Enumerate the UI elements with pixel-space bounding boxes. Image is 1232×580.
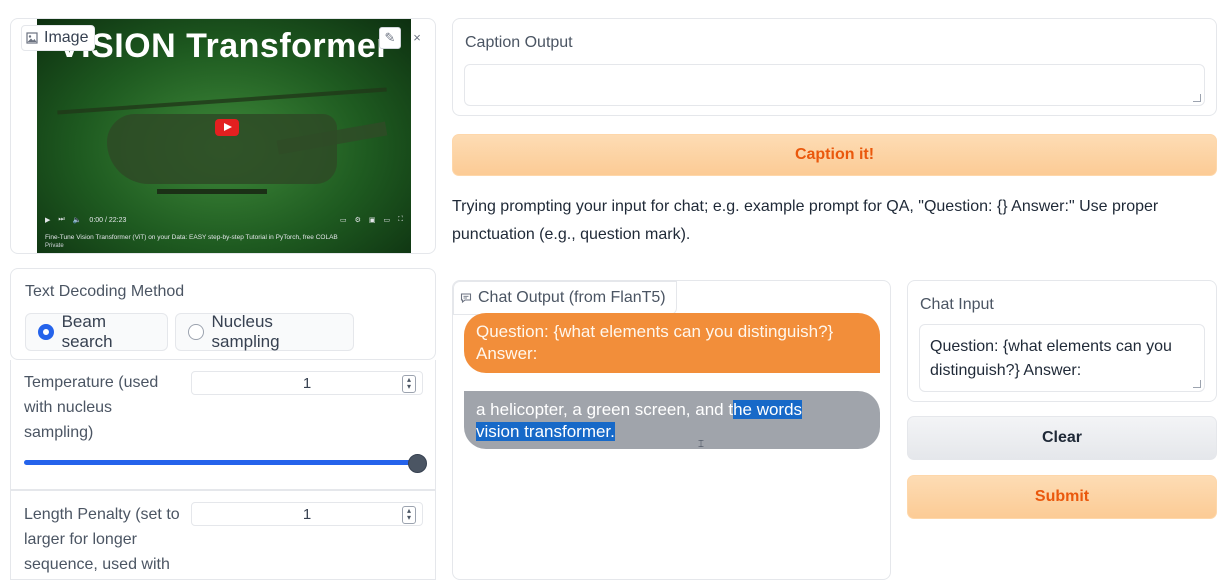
image-icon: [26, 32, 38, 44]
caption-output-textarea[interactable]: [464, 64, 1205, 106]
resize-handle-icon[interactable]: [1193, 94, 1201, 102]
decoding-method-panel: Text Decoding Method Beam search Nucleus…: [10, 268, 436, 360]
radio-nucleus-sampling[interactable]: Nucleus sampling: [175, 312, 354, 351]
caption-output-panel: Caption Output: [452, 18, 1217, 116]
next-icon[interactable]: ⏭: [58, 216, 64, 224]
captions-icon[interactable]: ▭: [340, 216, 347, 224]
bot-message-text: a helicopter, a green screen, and t: [476, 400, 734, 419]
radio-checked-icon[interactable]: [38, 324, 54, 340]
caption-output-label: Caption Output: [465, 34, 573, 51]
image-label-text: Image: [44, 29, 89, 46]
chat-input-panel: Chat Input Question: {what elements can …: [907, 280, 1217, 402]
video-time: 0:00 / 22:23: [89, 216, 127, 224]
settings-icon[interactable]: ⚙: [355, 216, 361, 224]
length-penalty-label: Length Penalty (set to larger for longer…: [24, 506, 180, 573]
selected-text: he words: [733, 400, 803, 419]
radio-beam-search[interactable]: Beam search: [25, 312, 168, 351]
radio-unchecked-icon[interactable]: [188, 324, 204, 340]
selected-text: vision transformer.: [476, 422, 615, 441]
caption-it-button[interactable]: Caption it!: [452, 134, 1217, 176]
close-icon[interactable]: ×: [407, 27, 427, 47]
image-tools: ✎ ×: [379, 27, 427, 49]
submit-button[interactable]: Submit: [907, 475, 1217, 519]
bot-message: a helicopter, a green screen, and the wo…: [464, 391, 880, 449]
temperature-slider-track[interactable]: [24, 460, 416, 465]
user-message-text: Question: {what elements can you disting…: [476, 322, 834, 363]
chat-hint-text: Trying prompting your input for chat; e.…: [452, 198, 1159, 243]
image-panel: Image VISION Transformer ▶ ⏭ 🔈 0:00 / 22…: [10, 18, 436, 254]
clear-button[interactable]: Clear: [907, 416, 1217, 460]
theater-icon[interactable]: ▭: [383, 216, 390, 224]
chat-input-label: Chat Input: [920, 296, 994, 313]
text-cursor-icon: ⌶: [698, 439, 704, 450]
fullscreen-icon[interactable]: ⛶: [398, 216, 403, 224]
video-thumbnail[interactable]: VISION Transformer ▶ ⏭ 🔈 0:00 / 22:23 ▭ …: [37, 19, 411, 253]
helicopter-gear: [157, 189, 267, 194]
chat-input-textarea[interactable]: Question: {what elements can you disting…: [919, 324, 1205, 392]
play-icon[interactable]: [215, 119, 239, 136]
chat-output-panel: Chat Output (from FlanT5) Question: {wha…: [452, 280, 891, 580]
temperature-input[interactable]: 1 ▴ ▾: [191, 371, 423, 395]
chat-output-label: Chat Output (from FlanT5): [453, 281, 677, 315]
play-control-icon[interactable]: ▶: [45, 216, 50, 224]
length-penalty-value: 1: [302, 505, 312, 523]
temperature-slider-thumb[interactable]: [407, 454, 427, 473]
video-caption: Fine-Tune Vision Transformer (ViT) on yo…: [45, 234, 338, 241]
private-badge: Private: [45, 243, 64, 249]
temperature-label: Temperature (used with nucleus sampling): [24, 374, 159, 441]
chat-output-label-text: Chat Output (from FlanT5): [478, 289, 666, 306]
radio-label: Beam search: [61, 312, 113, 351]
chat-input-value: Question: {what elements can you disting…: [930, 338, 1172, 379]
decoding-method-label: Text Decoding Method: [25, 283, 185, 300]
video-controls: ▶ ⏭ 🔈 0:00 / 22:23 ▭ ⚙ ▣ ▭ ⛶: [45, 215, 403, 225]
user-message: Question: {what elements can you disting…: [464, 313, 880, 373]
length-penalty-panel: Length Penalty (set to larger for longer…: [10, 490, 436, 580]
temperature-value: 1: [302, 374, 312, 392]
radio-label: Nucleus sampling: [211, 312, 280, 351]
spinner-icon[interactable]: ▴ ▾: [402, 375, 416, 393]
volume-icon[interactable]: 🔈: [73, 216, 82, 224]
resize-handle-icon[interactable]: [1193, 380, 1201, 388]
helicopter-rotor: [57, 87, 387, 115]
chat-icon: [460, 293, 472, 304]
pencil-icon[interactable]: ✎: [379, 27, 401, 49]
length-penalty-input[interactable]: 1 ▴ ▾: [191, 502, 423, 526]
temperature-panel: Temperature (used with nucleus sampling)…: [10, 360, 436, 490]
spinner-icon[interactable]: ▴ ▾: [402, 506, 416, 524]
image-label: Image: [21, 25, 96, 51]
miniplayer-icon[interactable]: ▣: [369, 216, 376, 224]
